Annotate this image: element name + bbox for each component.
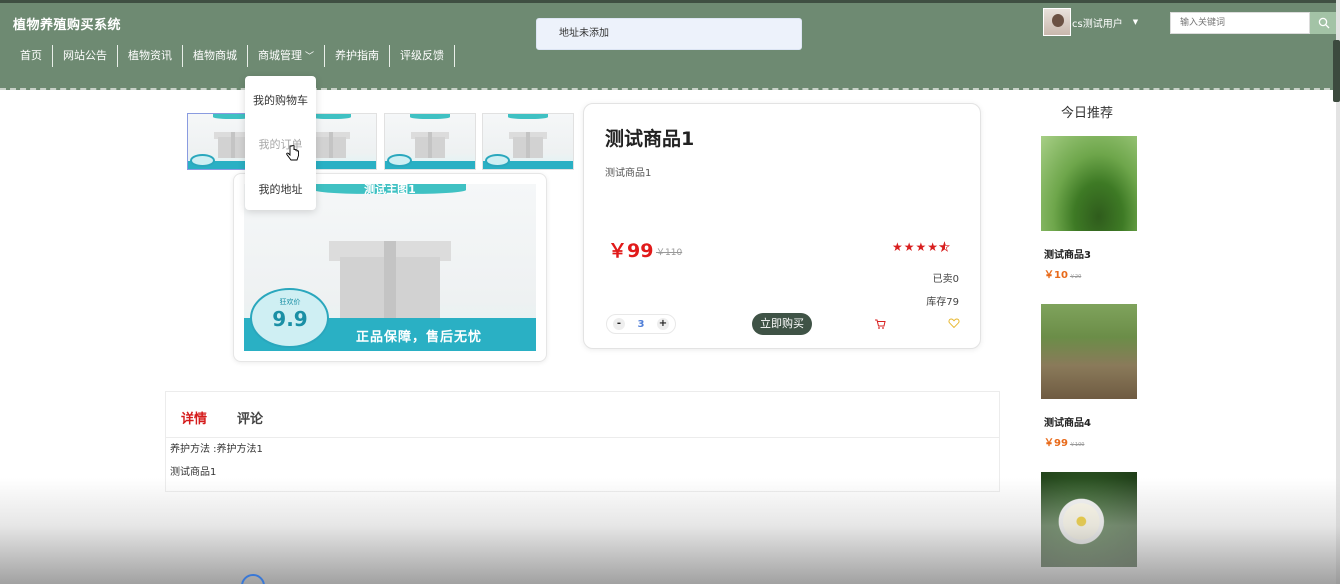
sold-count: 已卖0 <box>932 274 959 285</box>
nav-label: 首页 <box>20 49 42 62</box>
nav-item-care-guide[interactable]: 养护指南 <box>325 45 391 67</box>
main-nav: 首页 网站公告 植物资讯 植物商城 商城管理 ﹀ 养护指南 评级反馈 <box>10 45 456 67</box>
star-icon: ★ <box>892 240 904 254</box>
care-method-text: 养护方法 :养护方法1 <box>170 444 263 455</box>
nav-label: 植物商城 <box>193 49 237 62</box>
tab-divider <box>166 437 999 438</box>
search-box <box>1170 12 1338 34</box>
search-input[interactable] <box>1170 12 1310 34</box>
star-icon: ★ <box>915 240 928 254</box>
badge-price: 9.9 <box>272 307 308 331</box>
tab-details[interactable]: 详情 <box>181 408 207 427</box>
heart-icon[interactable] <box>948 317 960 329</box>
user-menu[interactable]: cs测试用户 ▼ <box>1043 8 1138 36</box>
gallery-thumbnail[interactable] <box>384 113 476 170</box>
user-name: cs测试用户 <box>1072 18 1123 30</box>
nav-label: 植物资讯 <box>128 49 172 62</box>
price-value: ￥10 <box>1044 270 1068 281</box>
search-icon <box>1318 17 1330 29</box>
original-price: ￥20 <box>1069 274 1082 280</box>
gift-image <box>385 114 475 169</box>
detail-text: 测试商品1 <box>170 467 217 478</box>
decrement-button[interactable]: - <box>613 318 625 330</box>
dropdown-item-address[interactable]: 我的地址 <box>245 181 316 197</box>
recommend-title: 今日推荐 <box>1061 106 1114 121</box>
image-slogan: 正品保障，售后无忧 <box>356 330 483 345</box>
buy-now-button[interactable]: 立即购买 <box>752 313 812 335</box>
recommend-item-name[interactable]: 测试商品4 <box>1044 414 1091 429</box>
product-name: 测试商品1 <box>605 128 695 150</box>
dropdown-item-orders[interactable]: 我的订单 <box>245 136 316 152</box>
nav-item-announcements[interactable]: 网站公告 <box>53 45 118 67</box>
search-button[interactable] <box>1310 12 1338 34</box>
rating-stars: ★★★★★ <box>892 240 951 255</box>
star-icon: ★ <box>927 240 940 254</box>
product-price: ￥99 <box>608 240 654 262</box>
badge-label: 狂欢价 <box>279 298 301 306</box>
stock-count: 库存79 <box>926 297 959 308</box>
top-line <box>0 0 1340 3</box>
half-star-icon: ★ <box>939 240 951 255</box>
product-description: 测试商品1 <box>605 168 652 179</box>
gift-image <box>483 114 573 169</box>
recommend-item-image[interactable] <box>1041 136 1137 231</box>
gallery-thumbnail[interactable] <box>482 113 574 170</box>
nav-item-shop[interactable]: 植物商城 <box>183 45 248 67</box>
price-value: ￥99 <box>1044 438 1068 449</box>
nav-item-home[interactable]: 首页 <box>10 45 53 67</box>
bottom-shadow-overlay <box>0 478 1340 584</box>
original-price: ￥110 <box>656 248 683 258</box>
nav-label: 评级反馈 <box>400 49 445 62</box>
scrollbar-thumb[interactable] <box>1333 40 1340 102</box>
nav-item-shop-management[interactable]: 商城管理 ﹀ <box>248 45 326 67</box>
increment-button[interactable]: + <box>657 318 669 330</box>
product-info-card: 测试商品1 测试商品1 ￥99 ￥110 ★★★★★ 已卖0 库存79 - 3 … <box>583 103 981 349</box>
hand-cursor-icon <box>286 145 299 161</box>
loading-ring-icon <box>241 574 265 584</box>
recommend-item-name[interactable]: 测试商品3 <box>1044 246 1091 261</box>
recommend-item-price: ￥99 ￥100 <box>1044 434 1084 449</box>
tab-comments[interactable]: 评论 <box>237 408 263 427</box>
caret-down-icon: ▼ <box>1132 18 1139 26</box>
quantity-value[interactable]: 3 <box>638 319 645 330</box>
quantity-stepper: - 3 + <box>606 314 676 334</box>
recommend-item-image[interactable] <box>1041 472 1137 567</box>
star-icon: ★ <box>903 240 916 254</box>
shop-management-dropdown: 我的购物车 我的订单 我的地址 <box>245 76 316 210</box>
dropdown-item-cart[interactable]: 我的购物车 <box>245 92 316 108</box>
chevron-down-icon: ﹀ <box>305 52 315 62</box>
site-brand[interactable]: 植物养殖购买系统 <box>13 14 121 33</box>
cart-icon[interactable] <box>874 318 886 330</box>
nav-label: 商城管理 <box>258 49 302 62</box>
nav-label: 养护指南 <box>335 49 380 62</box>
avatar <box>1043 8 1071 36</box>
recommend-item-image[interactable] <box>1041 304 1137 399</box>
nav-label: 网站公告 <box>63 49 107 62</box>
product-detail-panel: 详情 评论 养护方法 :养护方法1 测试商品1 <box>165 391 1000 492</box>
nav-item-feedback[interactable]: 评级反馈 <box>390 45 456 67</box>
toast-message: 地址未添加 <box>536 18 802 50</box>
nav-item-news[interactable]: 植物资讯 <box>118 45 183 67</box>
original-price: ￥100 <box>1069 442 1085 448</box>
recommend-item-price: ￥10 ￥20 <box>1044 266 1081 281</box>
